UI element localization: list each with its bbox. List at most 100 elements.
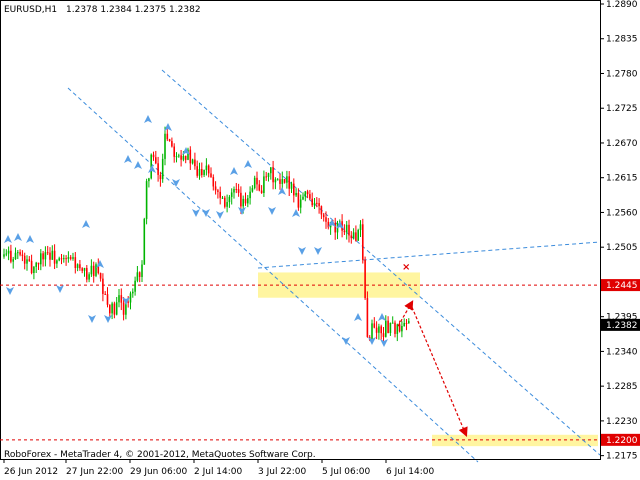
candle-body xyxy=(230,192,233,197)
y-tick-label: 1.2670 xyxy=(606,139,638,149)
candle-body xyxy=(355,232,357,241)
candle-body xyxy=(343,230,346,233)
candle-body xyxy=(237,189,240,193)
time-axis: 26 Jun 2012 27 Jun 22:00 29 Jun 06:00 2 Jul… xyxy=(3,459,435,477)
candle-body xyxy=(184,155,187,160)
price-chart[interactable]: × 1.28901.28351.27801.27251.26701.26151.… xyxy=(0,0,640,480)
candle-body xyxy=(408,321,410,324)
candle-body xyxy=(313,202,316,206)
candle-body xyxy=(191,159,194,164)
candle-body xyxy=(233,189,235,193)
candle-body xyxy=(274,179,277,183)
price-label-text: 1.2200 xyxy=(606,436,638,446)
copyright-label: RoboForex - MetaTrader 4, © 2001-2012, M… xyxy=(4,450,316,460)
candle-body xyxy=(221,197,224,199)
candle-body xyxy=(348,224,350,236)
cancel-x-icon: × xyxy=(402,262,410,273)
candle-body xyxy=(19,252,21,255)
candle-body xyxy=(83,267,86,271)
candle-body xyxy=(138,272,141,277)
y-tick-label: 1.2890 xyxy=(606,0,638,10)
candle-body xyxy=(74,257,77,268)
x-tick-label: 5 Jul 06:00 xyxy=(322,467,371,477)
candle-body xyxy=(189,149,192,164)
candle-body xyxy=(235,189,238,191)
candle-body xyxy=(148,178,150,182)
candle-body xyxy=(286,176,288,183)
y-tick-label: 1.2725 xyxy=(606,104,638,114)
candle-body xyxy=(143,218,146,265)
candle-body xyxy=(118,295,120,303)
y-tick-label: 1.2340 xyxy=(606,347,638,357)
candle-body xyxy=(272,167,274,183)
candle-body xyxy=(166,133,169,140)
candle-body xyxy=(95,264,97,276)
candle-body xyxy=(217,190,219,192)
candle-body xyxy=(40,253,42,265)
x-tick-label: 6 Jul 14:00 xyxy=(386,467,435,477)
candle-body xyxy=(253,177,256,189)
candle-body xyxy=(283,179,286,183)
candle-body xyxy=(357,229,359,241)
x-tick-label: 26 Jun 2012 xyxy=(4,467,58,477)
candle-body xyxy=(318,203,320,207)
candle-body xyxy=(244,198,247,204)
candle-body xyxy=(345,224,348,233)
candle-body xyxy=(90,265,93,275)
candle-body xyxy=(403,323,405,327)
candle-body xyxy=(387,320,389,333)
candle-body xyxy=(86,267,88,280)
candle-body xyxy=(263,176,265,194)
candle-body xyxy=(111,303,113,314)
y-tick-label: 1.2505 xyxy=(606,243,638,253)
candle-body xyxy=(212,177,215,187)
candle-body xyxy=(290,183,293,189)
candle-body xyxy=(104,293,106,295)
candle-body xyxy=(159,174,162,180)
candle-body xyxy=(5,253,8,255)
candle-body xyxy=(171,141,173,147)
candle-body xyxy=(295,192,297,196)
candle-body xyxy=(276,179,279,181)
candle-body xyxy=(56,260,58,264)
candle-body xyxy=(366,298,369,337)
candle-body xyxy=(228,196,231,203)
candle-body xyxy=(375,327,378,333)
candle-body xyxy=(362,224,364,260)
candle-body xyxy=(210,173,212,178)
candle-body xyxy=(7,250,10,254)
candle-body xyxy=(65,258,67,260)
candle-body xyxy=(175,156,178,158)
price-label-text: 1.2382 xyxy=(606,321,638,331)
candle-body xyxy=(3,254,5,257)
candle-body xyxy=(394,322,396,334)
x-tick-label: 2 Jul 14:00 xyxy=(194,467,243,477)
candle-body xyxy=(302,196,304,200)
candle-body xyxy=(378,326,380,333)
candle-body xyxy=(132,291,134,294)
candle-body xyxy=(311,198,313,206)
y-tick-label: 1.2780 xyxy=(606,69,638,79)
candle-body xyxy=(205,165,208,170)
candle-body xyxy=(219,191,221,198)
candle-body xyxy=(51,250,54,260)
candle-body xyxy=(164,133,166,159)
candle-body xyxy=(141,264,143,277)
candle-body xyxy=(106,294,109,305)
candle-body xyxy=(207,165,210,174)
candle-body xyxy=(270,167,272,174)
candle-body xyxy=(382,333,385,337)
candle-body xyxy=(249,191,251,199)
candle-body xyxy=(53,250,56,264)
candle-body xyxy=(122,302,125,315)
candle-body xyxy=(28,259,31,261)
candle-body xyxy=(251,188,254,192)
candle-body xyxy=(115,302,118,315)
candle-body xyxy=(30,260,33,274)
candle-body xyxy=(226,202,228,207)
candle-body xyxy=(391,322,394,324)
candle-body xyxy=(178,155,180,157)
candle-body xyxy=(136,272,139,281)
candle-body xyxy=(102,278,104,294)
y-tick-label: 1.2560 xyxy=(606,208,638,218)
